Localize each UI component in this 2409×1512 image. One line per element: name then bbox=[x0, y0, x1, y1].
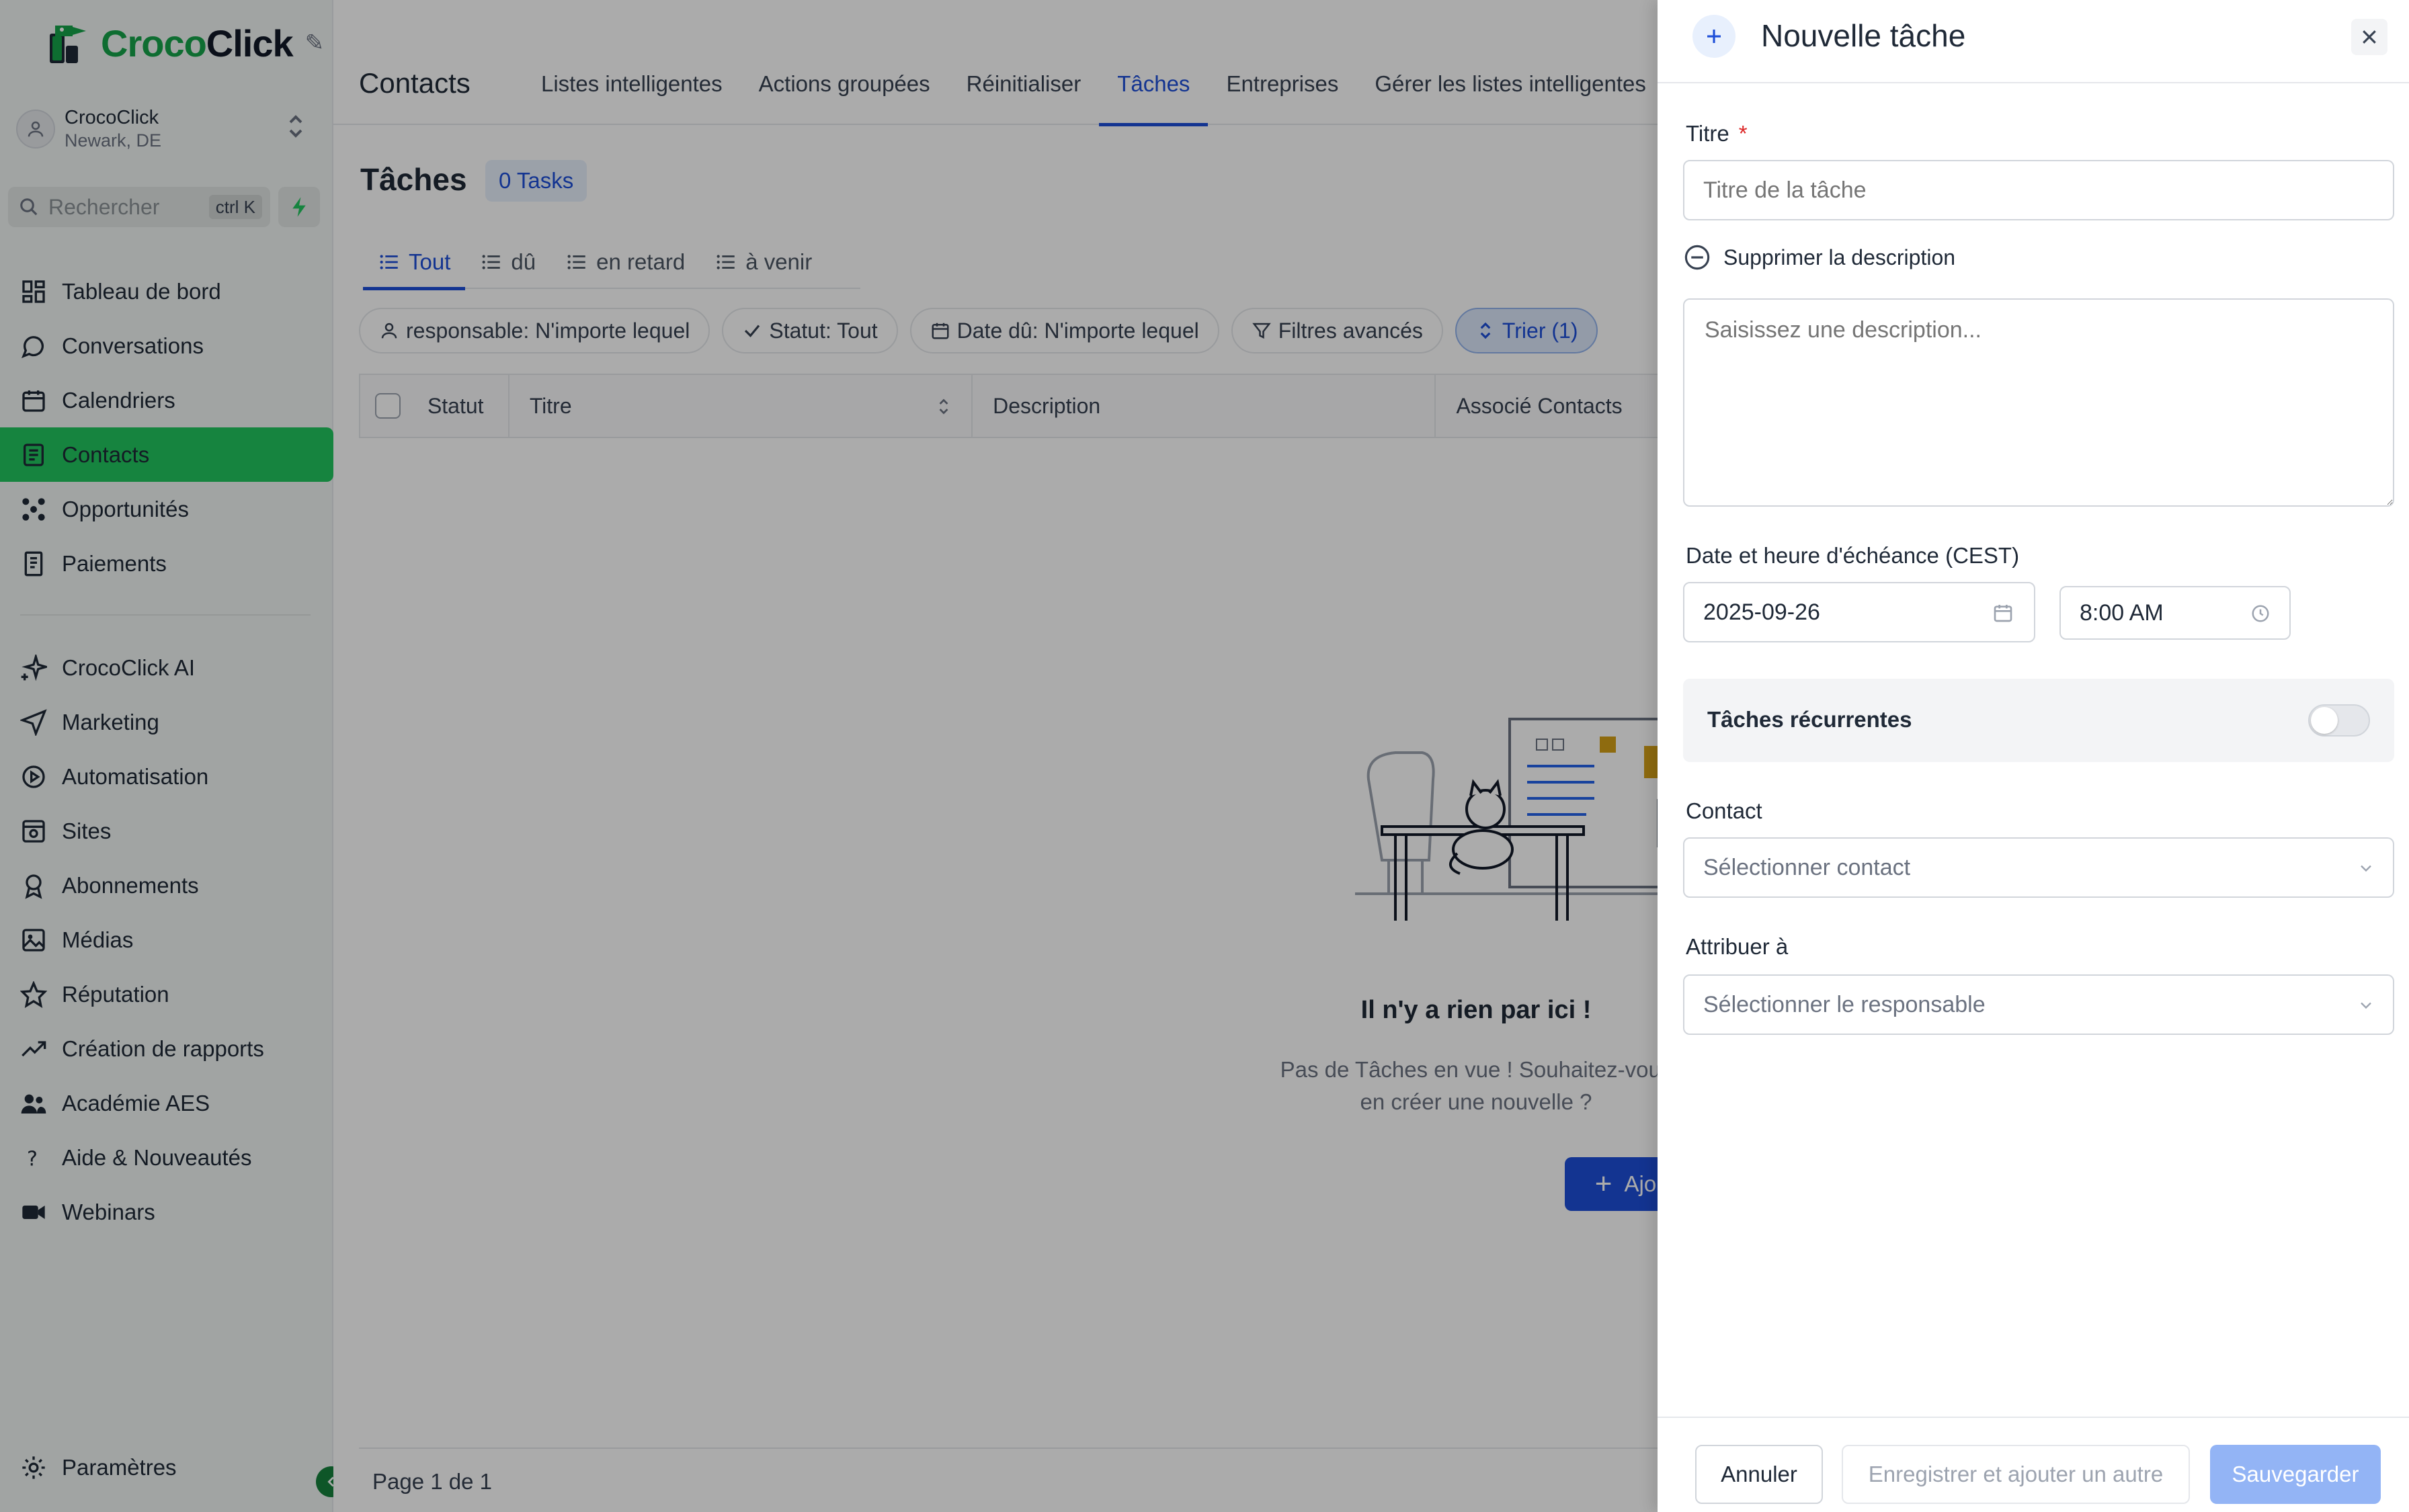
title-field-label: Titre * bbox=[1686, 121, 1748, 146]
drawer-title: Nouvelle tâche bbox=[1761, 18, 1966, 53]
recurring-tasks-row: Tâches récurrentes bbox=[1683, 679, 2394, 762]
plus-icon bbox=[1692, 15, 1736, 58]
due-date-label: Date et heure d'échéance (CEST) bbox=[1686, 543, 2020, 568]
drawer-footer: Annuler Enregistrer et ajouter un autre … bbox=[1658, 1417, 2409, 1512]
cancel-button[interactable]: Annuler bbox=[1695, 1445, 1823, 1504]
assignee-select-value: Sélectionner le responsable bbox=[1703, 991, 1986, 1017]
due-time-value: 8:00 AM bbox=[2080, 599, 2164, 626]
assign-label: Attribuer à bbox=[1686, 934, 1789, 959]
minus-circle-icon bbox=[1684, 245, 1710, 270]
required-asterisk: * bbox=[1738, 121, 1748, 146]
calendar-icon bbox=[1994, 605, 2012, 622]
close-icon bbox=[2363, 30, 2376, 44]
remove-description-label: Supprimer la description bbox=[1723, 245, 1956, 269]
due-date-value: 2025-09-26 bbox=[1703, 599, 1820, 625]
chevron-down-icon bbox=[2361, 865, 2371, 872]
description-textarea[interactable] bbox=[1683, 298, 2394, 507]
assignee-select[interactable]: Sélectionner le responsable bbox=[1683, 974, 2394, 1035]
new-task-drawer: Nouvelle tâche Titre * Supprimer la descr… bbox=[1658, 0, 2409, 1512]
save-button[interactable]: Sauvegarder bbox=[2210, 1445, 2381, 1504]
due-time-input[interactable]: 8:00 AM bbox=[2059, 586, 2291, 640]
due-date-input[interactable]: 2025-09-26 bbox=[1683, 582, 2035, 642]
contact-select-value: Sélectionner contact bbox=[1703, 854, 1911, 880]
toggle-knob bbox=[2311, 707, 2338, 734]
remove-description-button[interactable]: Supprimer la description bbox=[1683, 243, 1955, 271]
save-and-add-another-button[interactable]: Enregistrer et ajouter un autre bbox=[1842, 1445, 2190, 1504]
modal-backdrop[interactable] bbox=[0, 0, 1658, 1512]
chevron-down-icon bbox=[2361, 1002, 2371, 1009]
close-drawer-button[interactable] bbox=[2351, 19, 2387, 55]
task-title-input[interactable] bbox=[1683, 160, 2394, 220]
drawer-header: Nouvelle tâche bbox=[1658, 0, 2409, 83]
contact-label: Contact bbox=[1686, 798, 1762, 823]
clock-icon bbox=[2252, 605, 2269, 622]
title-label-text: Titre bbox=[1686, 121, 1729, 146]
recurring-tasks-label: Tâches récurrentes bbox=[1707, 707, 1912, 732]
contact-select[interactable]: Sélectionner contact bbox=[1683, 837, 2394, 898]
recurring-tasks-toggle[interactable] bbox=[2308, 704, 2370, 737]
